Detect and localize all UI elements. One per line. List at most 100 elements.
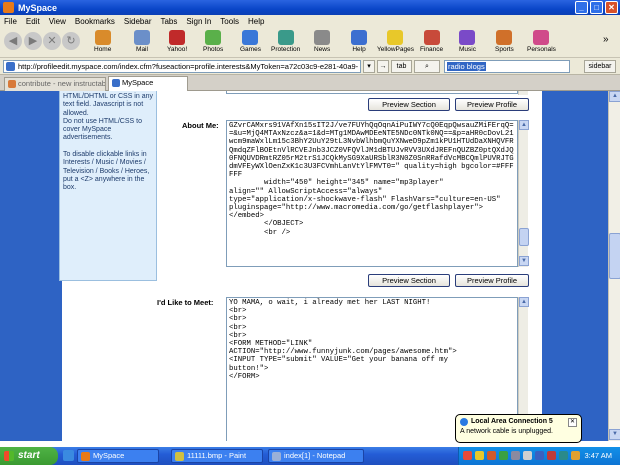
- network-notification-balloon[interactable]: Local Area Connection 5 ✕ A network cabl…: [455, 414, 582, 443]
- task-notepad[interactable]: index[1] - Notepad: [268, 449, 364, 463]
- stop-button[interactable]: ✕: [43, 32, 61, 50]
- menu-tabs[interactable]: Tabs: [160, 17, 177, 26]
- toolbar-overflow-chevron[interactable]: »: [603, 34, 609, 45]
- browser-task-icon: [81, 452, 90, 461]
- volume-icon[interactable]: [523, 451, 532, 460]
- tray-app-icon-8[interactable]: [571, 451, 580, 460]
- toolbar-personals[interactable]: Personals: [527, 30, 556, 53]
- toolbar-music[interactable]: Music: [459, 30, 476, 53]
- navigation-toolbar: ◀ ▶ ✕ ↻ Home Mail Yahoo! Photos Games Pr…: [0, 28, 620, 58]
- tray-app-icon-6[interactable]: [547, 451, 556, 460]
- menu-file[interactable]: File: [4, 17, 17, 26]
- page-favicon-icon: [6, 62, 15, 71]
- tray-app-icon-2[interactable]: [487, 451, 496, 460]
- previous-textarea-scrollbar[interactable]: [518, 91, 528, 95]
- balloon-text: A network cable is unplugged.: [460, 428, 554, 435]
- scroll-up-icon[interactable]: ▲: [519, 297, 529, 307]
- back-button[interactable]: ◀: [4, 32, 22, 50]
- tray-app-icon-7[interactable]: [559, 451, 568, 460]
- balloon-close-button[interactable]: ✕: [568, 418, 577, 427]
- url-text: http://profileedit.myspace.com/index.cfm…: [18, 62, 359, 71]
- title-bar[interactable]: MySpace _ □ ✕: [0, 0, 620, 15]
- toolbar-finance[interactable]: Finance: [420, 30, 443, 53]
- tab-myspace[interactable]: MySpace: [108, 76, 188, 91]
- scroll-down-icon[interactable]: ▼: [519, 256, 529, 266]
- toolbar-help[interactable]: Help: [351, 30, 367, 53]
- page-scrollbar[interactable]: ▲ ▼: [608, 91, 620, 441]
- tray-app-icon-1[interactable]: [475, 451, 484, 460]
- quicklaunch-ie-icon[interactable]: [63, 450, 74, 461]
- tray-app-icon-5[interactable]: [535, 451, 544, 460]
- menu-edit[interactable]: Edit: [26, 17, 40, 26]
- balloon-title: Local Area Connection 5: [471, 418, 553, 425]
- page-scroll-down-icon[interactable]: ▼: [609, 429, 620, 440]
- preview-section-button[interactable]: Preview Section: [368, 98, 450, 111]
- protection-icon: [277, 30, 294, 45]
- reload-button[interactable]: ↻: [62, 32, 80, 50]
- menu-tools[interactable]: Tools: [220, 17, 239, 26]
- toolbar-yahoo[interactable]: Yahoo!: [167, 30, 187, 53]
- photos-icon: [205, 30, 222, 45]
- toolbar-home[interactable]: Home: [94, 30, 111, 53]
- tray-app-icon-3[interactable]: [499, 451, 508, 460]
- scroll-up-icon[interactable]: ▲: [519, 120, 529, 130]
- tab-strip: contribute - new instructable MySpace: [0, 75, 620, 91]
- window-title: MySpace: [18, 2, 58, 13]
- about-me-scrollbar[interactable]: ▲ ▼: [518, 120, 529, 267]
- news-icon: [314, 30, 331, 45]
- sidebar-button[interactable]: sidebar: [584, 60, 616, 73]
- info-icon: [460, 418, 468, 426]
- search-input[interactable]: radio blogs: [444, 60, 570, 73]
- preview-section-button-2[interactable]: Preview Section: [368, 274, 450, 287]
- about-me-textarea[interactable]: GZvrCAMxrs91VAfXn15sIT2J/ve7FUYhQqOqnAiP…: [226, 120, 518, 267]
- minimize-button[interactable]: _: [575, 1, 588, 14]
- toolbar-games[interactable]: Games: [240, 30, 261, 53]
- previous-textarea[interactable]: [226, 91, 518, 94]
- preview-profile-button-2[interactable]: Preview Profile: [455, 274, 529, 287]
- menu-sidebar[interactable]: Sidebar: [124, 17, 152, 26]
- sports-icon: [496, 30, 513, 45]
- menu-view[interactable]: View: [49, 17, 66, 26]
- maximize-button[interactable]: □: [590, 1, 603, 14]
- menu-help[interactable]: Help: [248, 17, 264, 26]
- task-paint[interactable]: 11111.bmp - Paint: [171, 449, 263, 463]
- toolbar-sports[interactable]: Sports: [495, 30, 514, 53]
- search-engine-button[interactable]: ⌕: [414, 60, 440, 73]
- system-tray: 3:47 AM: [458, 447, 620, 465]
- tab-contribute[interactable]: contribute - new instructable: [4, 77, 106, 91]
- preview-profile-button[interactable]: Preview Profile: [455, 98, 529, 111]
- help-icon: [351, 30, 367, 45]
- browser-logo-icon: [3, 2, 14, 13]
- start-button[interactable]: start: [0, 447, 58, 465]
- menu-bar: File Edit View Bookmarks Sidebar Tabs Si…: [0, 15, 620, 28]
- tab-button[interactable]: tab: [391, 60, 412, 73]
- page-scroll-thumb[interactable]: [609, 233, 620, 279]
- url-field[interactable]: http://profileedit.myspace.com/index.cfm…: [3, 60, 361, 73]
- page-scroll-up-icon[interactable]: ▲: [609, 91, 620, 102]
- yellowpages-icon: [387, 30, 404, 45]
- task-myspace[interactable]: MySpace: [77, 449, 159, 463]
- instructables-icon: [8, 80, 16, 88]
- balloon-title-row: Local Area Connection 5: [460, 418, 577, 426]
- tray-app-icon-4[interactable]: [511, 451, 520, 460]
- scroll-thumb[interactable]: [519, 228, 529, 246]
- address-dropdown-button[interactable]: ▾: [363, 60, 375, 73]
- notepad-task-icon: [272, 452, 281, 461]
- network-disconnected-icon[interactable]: [463, 451, 472, 460]
- forward-button[interactable]: ▶: [24, 32, 42, 50]
- toolbar-photos[interactable]: Photos: [203, 30, 223, 53]
- paint-task-icon: [175, 452, 184, 461]
- close-button[interactable]: ✕: [605, 1, 618, 14]
- tip-text: HTML/DHTML or CSS in any text field. Jav…: [63, 93, 153, 192]
- taskbar: start MySpace 11111.bmp - Paint index[1]…: [0, 447, 620, 465]
- page-content: HTML/DHTML or CSS in any text field. Jav…: [0, 91, 608, 441]
- toolbar-mail[interactable]: Mail: [134, 30, 150, 53]
- toolbar-protection[interactable]: Protection: [271, 30, 300, 53]
- go-button[interactable]: →: [377, 60, 389, 73]
- toolbar-yellowpages[interactable]: YellowPages: [377, 30, 414, 53]
- myspace-icon: [112, 79, 120, 87]
- menu-sign-in[interactable]: Sign In: [186, 17, 211, 26]
- toolbar-news[interactable]: News: [314, 30, 330, 53]
- menu-bookmarks[interactable]: Bookmarks: [75, 17, 115, 26]
- like-to-meet-label: I'd Like to Meet:: [157, 298, 214, 307]
